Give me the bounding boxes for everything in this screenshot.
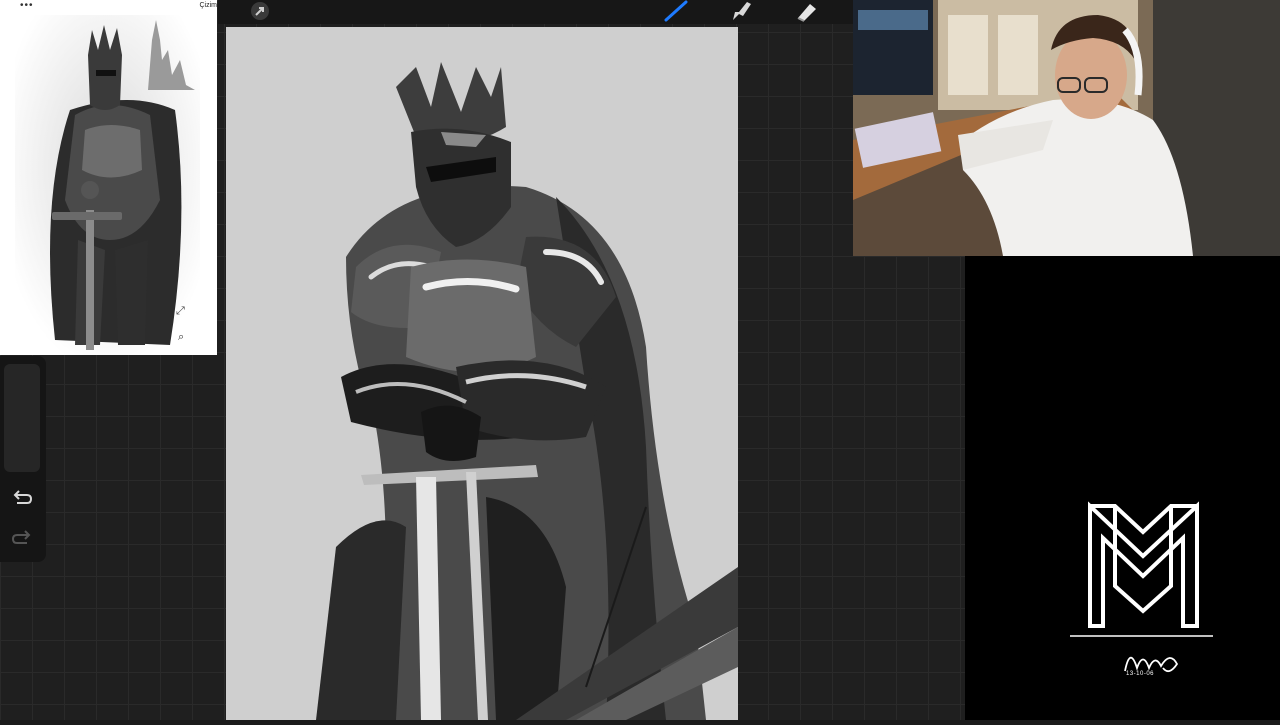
redo-icon[interactable] bbox=[8, 526, 36, 550]
logo-panel: 13-10-06 bbox=[965, 256, 1280, 720]
magnifier-icon[interactable]: ⌕ bbox=[178, 331, 184, 344]
reference-panel[interactable]: ••• Çizim ⤢ ⌕ bbox=[0, 0, 217, 355]
webcam-image bbox=[853, 0, 1280, 256]
mm-logo bbox=[1070, 501, 1213, 673]
drawing-canvas[interactable] bbox=[226, 27, 738, 720]
webcam-feed bbox=[853, 0, 1280, 256]
undo-icon[interactable] bbox=[8, 486, 36, 510]
left-sidebar bbox=[0, 356, 46, 562]
knight-sketch bbox=[316, 62, 738, 720]
smudge-icon[interactable] bbox=[728, 0, 756, 22]
eraser-icon[interactable] bbox=[793, 0, 821, 22]
brush-size-slider[interactable] bbox=[4, 364, 40, 472]
top-toolbar bbox=[218, 0, 853, 24]
signature-date: 13-10-06 bbox=[1126, 671, 1155, 677]
expand-arrows-icon[interactable]: ⤢ bbox=[176, 305, 185, 318]
reference-image bbox=[15, 15, 200, 355]
brush-icon[interactable] bbox=[663, 0, 691, 22]
adjustments-arrow-icon[interactable] bbox=[246, 0, 274, 22]
